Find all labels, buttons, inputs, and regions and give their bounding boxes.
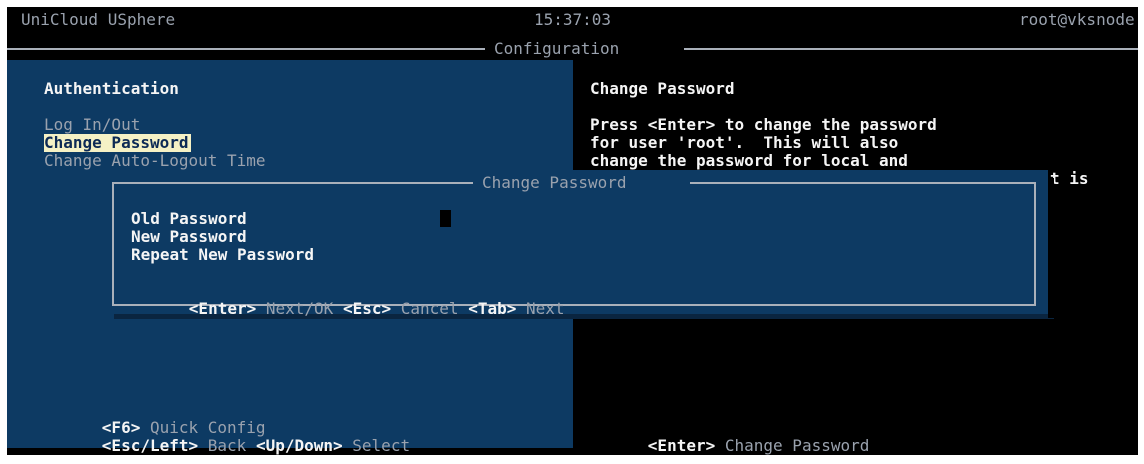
new-password-field[interactable] — [440, 228, 740, 245]
dialog-hint-key-esc[interactable]: <Esc> — [343, 299, 391, 318]
hint-key-up-down: <Up/Down> — [255, 436, 343, 455]
help-line-1: Press <Enter> to change the password — [590, 115, 937, 134]
app-title: UniCloud USphere — [21, 10, 176, 29]
hint-action-back: Back — [207, 436, 247, 455]
footer-hint-enter: <Enter> Change Password — [590, 419, 870, 464]
clock: 15:37:03 — [534, 10, 612, 29]
footer-hint-navigation: <Esc/Left> Back <Up/Down> Select — [44, 419, 410, 464]
hint-action-select: Select — [352, 436, 411, 455]
menu-item-change-auto-logout-time[interactable]: Change Auto-Logout Time — [44, 152, 266, 170]
dialog-hint-next-ok: Next/OK — [265, 299, 334, 318]
dialog-hint-key-enter[interactable]: <Enter> — [189, 299, 256, 318]
old-password-field[interactable] — [440, 210, 451, 227]
dialog-hint-key-tab[interactable]: <Tab> — [468, 299, 516, 318]
console-screen: UniCloud USphere 15:37:03 root@vksnode C… — [7, 7, 1138, 455]
dialog-hint-bar: <Enter> Next/OK <Esc> Cancel <Tab> Next — [131, 282, 565, 336]
help-line-2: for user 'root'. This will also — [590, 133, 899, 152]
dialog-hint-cancel: Cancel — [400, 299, 459, 318]
menu-item-change-password[interactable]: Change Password — [44, 134, 191, 152]
hint-action-change-password: Change Password — [724, 436, 870, 455]
panel-title: Configuration — [494, 39, 620, 58]
dialog-shadow-right — [1048, 178, 1054, 318]
old-password-label: Old Password — [131, 209, 247, 228]
hint-key-enter: <Enter> — [647, 436, 716, 455]
hint-key-esc-left: <Esc/Left> — [101, 436, 199, 455]
section-title: Authentication — [44, 79, 179, 98]
help-title: Change Password — [590, 79, 735, 98]
repeat-new-password-field[interactable] — [440, 246, 740, 263]
dialog-top-border-left — [112, 182, 473, 184]
frame-top-border-left — [7, 48, 485, 50]
help-line-3: change the password for local and — [590, 151, 908, 170]
change-password-dialog: Change Password Old Password New Passwor… — [106, 170, 1048, 318]
user-host: root@vksnode — [1019, 10, 1135, 29]
new-password-label: New Password — [131, 227, 247, 246]
help-line-4-fragment: t is — [1050, 169, 1089, 188]
menu-item-log-in-out[interactable]: Log In/Out — [44, 116, 140, 134]
top-bar: UniCloud USphere 15:37:03 root@vksnode — [7, 7, 1138, 33]
repeat-new-password-label: Repeat New Password — [131, 245, 315, 264]
dialog-top-border-right — [690, 182, 1036, 184]
dialog-hint-next: Next — [526, 299, 565, 318]
frame-top-border-right — [684, 48, 1138, 50]
dialog-title: Change Password — [482, 173, 627, 192]
